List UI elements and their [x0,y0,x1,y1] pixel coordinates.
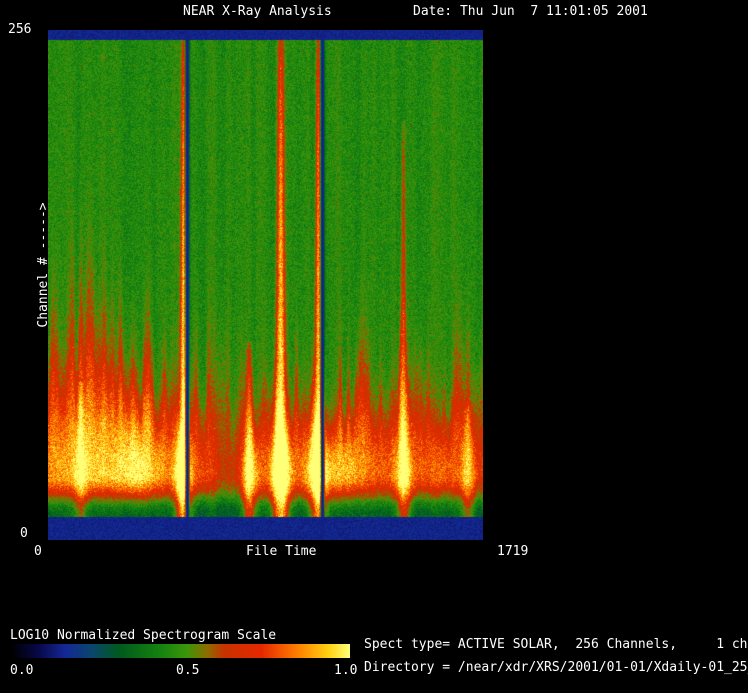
y-axis-min-label: 0 [20,527,28,541]
directory-line: Directory = /near/xdr/XRS/2001/01-01/Xda… [364,661,748,675]
colorbar-tick-1: 1.0 [334,664,357,678]
x-axis-min-label: 0 [34,545,42,559]
x-axis-title: File Time [246,545,316,559]
spectrogram-canvas [48,30,483,540]
page-title: NEAR X-Ray Analysis [183,5,332,19]
date-label: Date: Thu Jun 7 11:01:05 2001 [413,5,648,19]
near-xray-analysis-window: { "window": { "title": "NEAR X-Ray Analy… [0,0,748,693]
colorbar-gradient [10,644,350,658]
spect-type-line: Spect type= ACTIVE SOLAR, 256 Channels, … [364,638,748,652]
y-axis-max-label: 256 [8,23,31,37]
colorbar-tick-0: 0.0 [10,664,33,678]
colorbar-tick-05: 0.5 [176,664,199,678]
x-axis-max-label: 1719 [497,545,528,559]
spectrogram-plot [48,30,483,540]
colorbar-label: LOG10 Normalized Spectrogram Scale [10,629,276,643]
